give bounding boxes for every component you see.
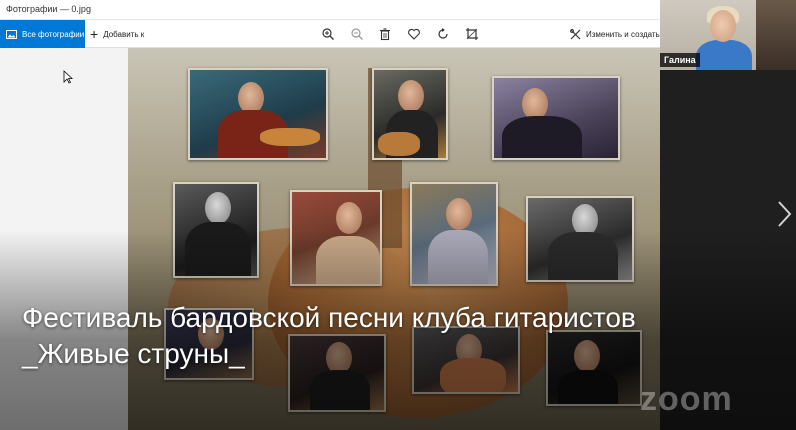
title-bar: Фотографии — 0.jpg — [0, 0, 660, 20]
edit-create-label: Изменить и создать — [586, 29, 660, 39]
bard-photo — [372, 68, 448, 160]
mouse-cursor-icon — [63, 70, 73, 84]
participant-face — [710, 10, 736, 42]
participant-body — [696, 40, 752, 70]
room-background — [756, 0, 796, 70]
rotate-icon[interactable] — [436, 27, 450, 41]
add-to-button[interactable]: + Добавить к — [90, 20, 144, 48]
toolbar: Все фотографии + Добавить к Изменить и с… — [0, 20, 660, 48]
delete-icon[interactable] — [378, 27, 392, 41]
zoom-out-icon[interactable] — [350, 27, 364, 41]
gallery-icon — [6, 29, 17, 39]
bard-photo — [492, 76, 620, 160]
add-to-label: Добавить к — [103, 29, 145, 39]
all-photos-button[interactable]: Все фотографии — [0, 20, 85, 48]
favorite-icon[interactable] — [407, 27, 421, 41]
participant-name-label: Галина — [660, 53, 700, 67]
crop-icon[interactable] — [465, 27, 479, 41]
all-photos-label: Все фотографии — [22, 29, 85, 39]
zoom-in-icon[interactable] — [321, 27, 335, 41]
slide-caption: Фестиваль бардовской песни клуба гитарис… — [22, 300, 782, 372]
zoom-watermark: zoom — [640, 380, 733, 418]
plus-icon: + — [90, 26, 99, 42]
edit-create-button[interactable]: Изменить и создать — [570, 20, 660, 48]
window-title: Фотографии — 0.jpg — [6, 4, 91, 14]
screen: Фотографии — 0.jpg Все фотографии + Доба… — [0, 0, 796, 430]
caption-line-2: _Живые струны_ — [22, 338, 245, 369]
next-photo-arrow-icon[interactable] — [776, 200, 792, 228]
edit-tools-icon — [570, 28, 581, 39]
bard-photo — [188, 68, 328, 160]
caption-line-1: Фестиваль бардовской песни клуба гитарис… — [22, 302, 636, 333]
